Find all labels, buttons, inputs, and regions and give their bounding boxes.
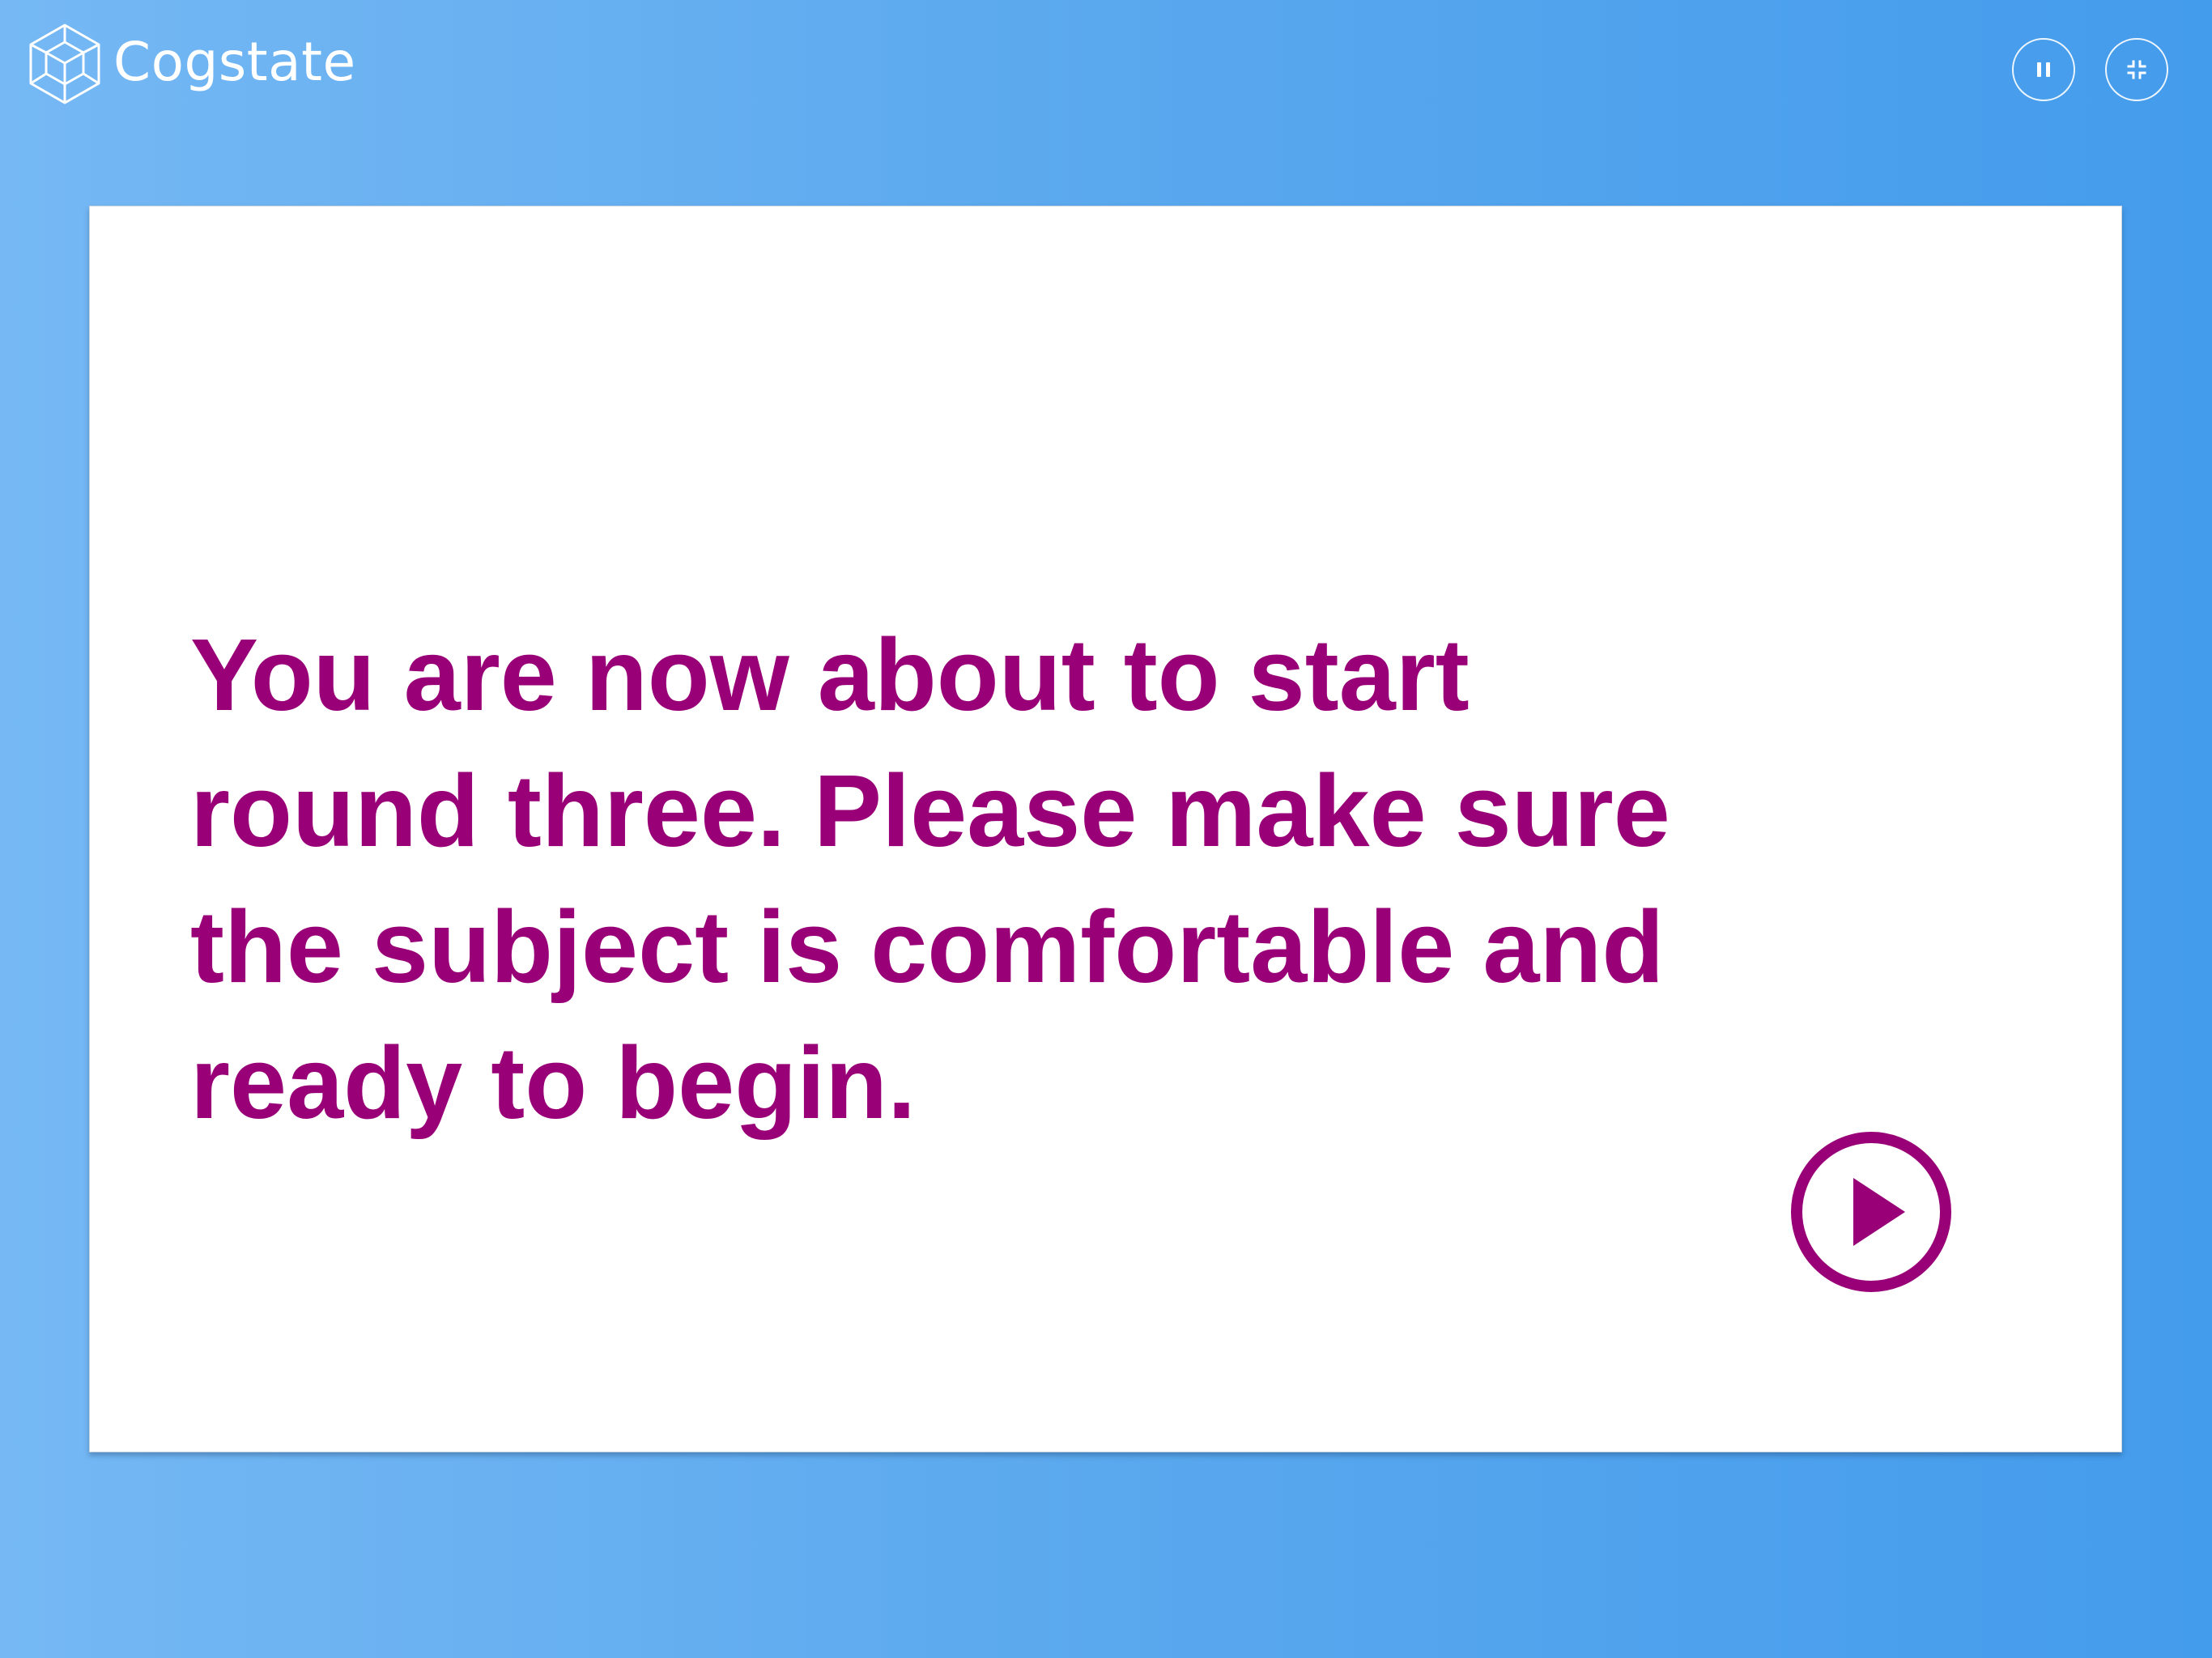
instruction-card: You are now about to start round three. … [89, 206, 2122, 1452]
cogstate-logo: Cogstate [28, 23, 356, 105]
play-icon [1790, 1131, 1952, 1293]
cube-icon [28, 23, 102, 105]
top-controls [2012, 38, 2168, 101]
instruction-message: You are now about to start round three. … [190, 618, 1670, 1140]
pause-icon [2031, 57, 2057, 83]
play-button[interactable] [1790, 1131, 1952, 1293]
exit-fullscreen-icon [2124, 57, 2150, 83]
exit-fullscreen-button[interactable] [2105, 38, 2168, 101]
pause-button[interactable] [2012, 38, 2075, 101]
brand-name: Cogstate [113, 31, 356, 93]
